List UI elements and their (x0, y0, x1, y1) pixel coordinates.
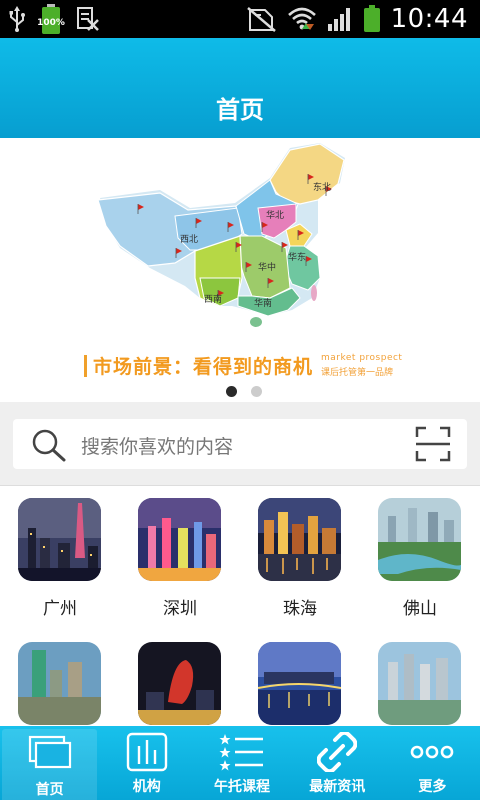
status-bar-left: 100% (8, 0, 100, 38)
chain-link-icon (316, 730, 358, 776)
usb-icon (8, 6, 26, 32)
city-thumbnail (138, 642, 221, 725)
nav-label: 午托课程 (214, 779, 270, 795)
signal-icon (327, 6, 353, 32)
status-bar-right: 10:44 (246, 0, 468, 38)
nav-news[interactable]: 最新资讯 (290, 726, 385, 800)
search-area: 搜索你喜欢的内容 (0, 402, 480, 486)
city-card-guangzhou[interactable]: 广州 (0, 486, 120, 626)
city-thumbnail (258, 498, 341, 581)
city-thumbnail (378, 642, 461, 725)
city-card-zhuhai[interactable]: 珠海 (240, 486, 360, 626)
app-screen: 100% 10:44 首页 东北 华北 西北 华东 华中 西南 华南 市场前景：… (0, 0, 480, 800)
banner-carousel[interactable]: 东北 华北 西北 华东 华中 西南 华南 市场前景：看得到的商机 market … (0, 138, 480, 402)
nav-label: 更多 (418, 779, 447, 795)
banner-tagline: 市场前景：看得到的商机 market prospect 课后托管第一品牌 (84, 352, 402, 379)
chart-bars-icon (125, 732, 169, 776)
home-windows-icon (28, 735, 72, 775)
wifi-icon (287, 6, 317, 32)
no-sim-icon (246, 6, 277, 32)
city-card-shenzhen[interactable]: 深圳 (120, 486, 240, 626)
more-dots-icon (410, 732, 454, 776)
status-bar: 100% 10:44 (0, 0, 480, 38)
nav-courses[interactable]: 午托课程 (194, 726, 289, 800)
region-label-south: 华南 (254, 297, 272, 309)
nav-label: 机构 (132, 779, 161, 795)
nav-institutions[interactable]: 机构 (99, 726, 194, 800)
tagline-text: 市场前景：看得到的商机 (93, 356, 314, 378)
tagline-english: market prospect (321, 353, 403, 363)
nav-more[interactable]: 更多 (385, 726, 480, 800)
city-name: 珠海 (283, 599, 317, 619)
region-label-northwest: 西北 (180, 234, 198, 245)
page-title: 首页 (216, 96, 264, 124)
carousel-dot-2[interactable] (251, 386, 262, 397)
star-list-icon (219, 732, 265, 776)
tagline-subtitle: 课后托管第一品牌 (321, 368, 394, 378)
notification-app-icon (76, 6, 100, 32)
city-thumbnail (138, 498, 221, 581)
tagline-bar (84, 354, 87, 377)
carousel-indicator (226, 386, 262, 397)
tagline-side: market prospect 课后托管第一品牌 (321, 353, 402, 378)
nav-home[interactable]: 首页 (2, 729, 98, 800)
city-grid: 广州 深圳 珠海 佛山 (0, 486, 480, 726)
region-label-central: 华中 (258, 261, 276, 273)
nav-label: 首页 (35, 782, 64, 798)
bottom-navigation: 首页 机构 午托课程 最新资讯 更多 (0, 726, 480, 800)
region-label-northeast: 东北 (313, 181, 331, 193)
city-name: 佛山 (403, 599, 437, 619)
city-thumbnail (18, 498, 101, 581)
battery-icon (363, 5, 381, 33)
header-bar: 首页 (0, 38, 480, 138)
battery-small-icon: 100% (37, 4, 65, 34)
city-thumbnail (258, 642, 341, 725)
city-thumbnail (378, 498, 461, 581)
region-label-north: 华北 (266, 209, 284, 221)
city-name: 广州 (43, 599, 77, 619)
city-card-foshan[interactable]: 佛山 (360, 486, 480, 626)
region-label-southwest: 西南 (204, 293, 222, 305)
search-input[interactable]: 搜索你喜欢的内容 (13, 419, 467, 469)
city-name: 深圳 (163, 599, 197, 619)
scan-qr-icon[interactable] (415, 426, 451, 466)
nav-label: 最新资讯 (309, 779, 366, 795)
carousel-dot-1[interactable] (226, 386, 237, 397)
region-label-east: 华东 (288, 251, 306, 263)
search-placeholder: 搜索你喜欢的内容 (81, 436, 234, 458)
clock: 10:44 (390, 4, 468, 34)
city-thumbnail (18, 642, 101, 725)
battery-small-label: 100% (37, 18, 65, 28)
search-icon (31, 428, 67, 466)
